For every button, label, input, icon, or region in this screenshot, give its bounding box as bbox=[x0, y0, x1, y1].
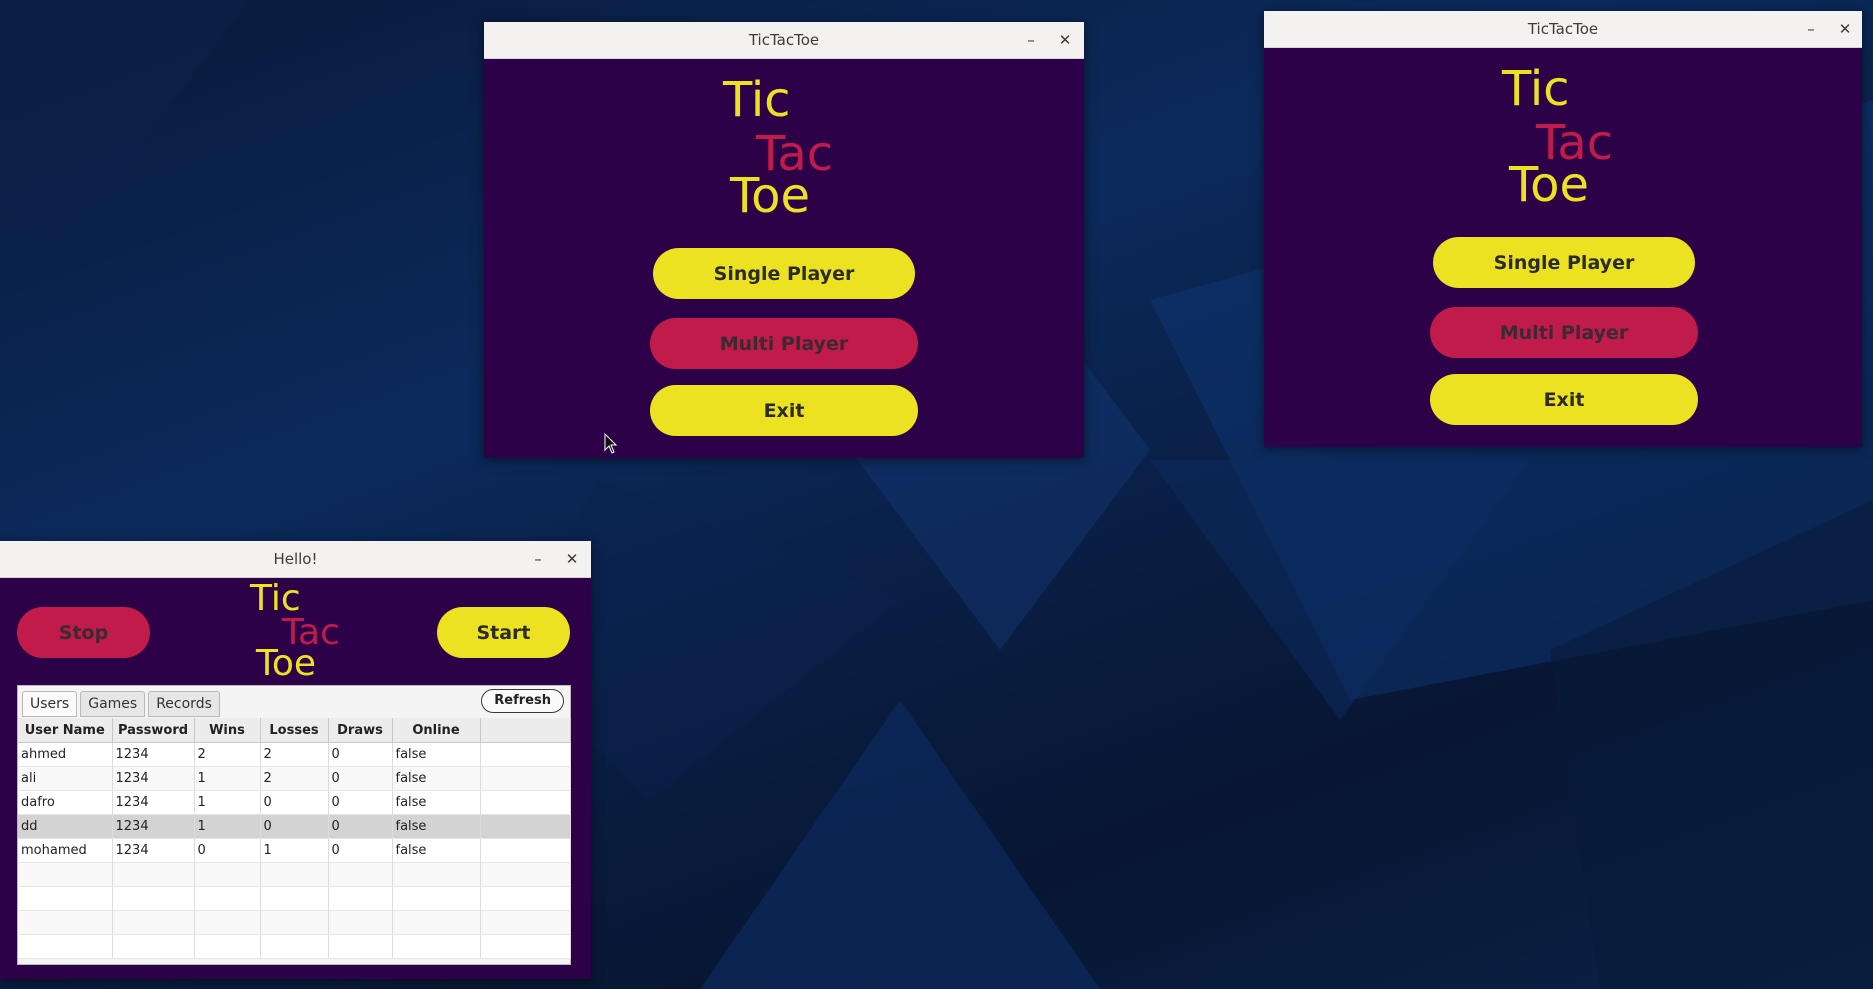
tab-bar: Users Games Records bbox=[22, 691, 220, 717]
cell-wins: 1 bbox=[194, 766, 261, 791]
close-icon[interactable]: ✕ bbox=[1050, 22, 1080, 58]
cell-wins: 0 bbox=[194, 838, 261, 863]
cell-username: dafro bbox=[18, 790, 113, 815]
logo-toe: Toe bbox=[1509, 157, 1590, 213]
users-table: User Name Password Wins Losses Draws Onl… bbox=[18, 718, 571, 959]
cell-online: false bbox=[392, 766, 481, 791]
tictactoe-window-1: TicTacToe – ✕ Tic Tac Toe Single Player … bbox=[484, 22, 1084, 458]
cell-password: 1234 bbox=[112, 766, 195, 791]
table-row[interactable]: ahmed 1234 2 2 0 false bbox=[18, 742, 571, 767]
table-row-selected[interactable]: dd 1234 1 0 0 false bbox=[18, 814, 571, 839]
cell-draws: 0 bbox=[328, 814, 393, 839]
logo-tic: Tic bbox=[1502, 61, 1570, 117]
cell-losses: 0 bbox=[260, 814, 329, 839]
refresh-button[interactable]: Refresh bbox=[481, 689, 564, 713]
server-window: Hello! – ✕ Stop Tic Tac Toe Start Users … bbox=[0, 541, 591, 979]
cell-wins: 1 bbox=[194, 814, 261, 839]
cell-wins: 1 bbox=[194, 790, 261, 815]
window-title: TicTacToe bbox=[748, 31, 820, 49]
exit-button[interactable]: Exit bbox=[1430, 374, 1698, 425]
column-header-losses[interactable]: Losses bbox=[260, 718, 329, 743]
cell-password: 1234 bbox=[112, 790, 195, 815]
column-header-wins[interactable]: Wins bbox=[194, 718, 261, 743]
cell-losses: 2 bbox=[260, 742, 329, 767]
column-header-filler bbox=[480, 718, 571, 743]
cell-password: 1234 bbox=[112, 742, 195, 767]
tab-games[interactable]: Games bbox=[80, 691, 146, 717]
multi-player-button[interactable]: Multi Player bbox=[650, 318, 918, 369]
mouse-pointer-icon bbox=[604, 433, 618, 454]
start-button[interactable]: Start bbox=[437, 607, 570, 658]
minimize-icon[interactable]: – bbox=[1016, 22, 1046, 58]
cell-losses: 0 bbox=[260, 790, 329, 815]
close-icon[interactable]: ✕ bbox=[1830, 11, 1860, 47]
tab-records[interactable]: Records bbox=[148, 691, 220, 717]
logo-toe: Toe bbox=[730, 168, 811, 224]
cell-username: ali bbox=[18, 766, 113, 791]
cell-username: mohamed bbox=[18, 838, 113, 863]
column-header-online[interactable]: Online bbox=[392, 718, 481, 743]
cell-losses: 1 bbox=[260, 838, 329, 863]
empty-row bbox=[18, 910, 571, 935]
cell-draws: 0 bbox=[328, 766, 393, 791]
column-header-password[interactable]: Password bbox=[112, 718, 195, 743]
window-titlebar[interactable]: TicTacToe – ✕ bbox=[1264, 11, 1862, 48]
cell-password: 1234 bbox=[112, 838, 195, 863]
window-titlebar[interactable]: TicTacToe – ✕ bbox=[484, 22, 1084, 59]
column-header-username[interactable]: User Name bbox=[18, 718, 113, 743]
cell-password: 1234 bbox=[112, 814, 195, 839]
stop-button[interactable]: Stop bbox=[17, 607, 150, 658]
logo-toe: Toe bbox=[256, 643, 317, 684]
cell-online: false bbox=[392, 742, 481, 767]
cell-online: false bbox=[392, 790, 481, 815]
cell-username: ahmed bbox=[18, 742, 113, 767]
cell-online: false bbox=[392, 814, 481, 839]
table-row[interactable]: ali 1234 1 2 0 false bbox=[18, 766, 571, 791]
window-title: Hello! bbox=[273, 550, 318, 568]
empty-row bbox=[18, 934, 571, 959]
close-icon[interactable]: ✕ bbox=[557, 541, 587, 577]
cell-draws: 0 bbox=[328, 838, 393, 863]
cell-losses: 2 bbox=[260, 766, 329, 791]
table-header: User Name Password Wins Losses Draws Onl… bbox=[18, 718, 571, 743]
cell-draws: 0 bbox=[328, 742, 393, 767]
exit-button[interactable]: Exit bbox=[650, 385, 918, 436]
cell-username: dd bbox=[18, 814, 113, 839]
single-player-button[interactable]: Single Player bbox=[1433, 237, 1695, 288]
window-titlebar[interactable]: Hello! – ✕ bbox=[0, 541, 591, 578]
cell-wins: 2 bbox=[194, 742, 261, 767]
tictactoe-window-2: TicTacToe – ✕ Tic Tac Toe Single Player … bbox=[1264, 11, 1862, 447]
minimize-icon[interactable]: – bbox=[523, 541, 553, 577]
table-row[interactable]: mohamed 1234 0 1 0 false bbox=[18, 838, 571, 863]
multi-player-button[interactable]: Multi Player bbox=[1430, 307, 1698, 358]
cell-draws: 0 bbox=[328, 790, 393, 815]
single-player-button[interactable]: Single Player bbox=[653, 248, 915, 299]
tab-users[interactable]: Users bbox=[22, 691, 78, 717]
table-row[interactable]: dafro 1234 1 0 0 false bbox=[18, 790, 571, 815]
empty-row bbox=[18, 886, 571, 911]
logo-tic: Tic bbox=[723, 72, 791, 128]
users-tab-pane: Users Games Records Refresh User Name Pa… bbox=[17, 685, 571, 965]
minimize-icon[interactable]: – bbox=[1796, 11, 1826, 47]
cell-online: false bbox=[392, 838, 481, 863]
empty-row bbox=[18, 862, 571, 887]
window-title: TicTacToe bbox=[1527, 20, 1599, 38]
column-header-draws[interactable]: Draws bbox=[328, 718, 393, 743]
